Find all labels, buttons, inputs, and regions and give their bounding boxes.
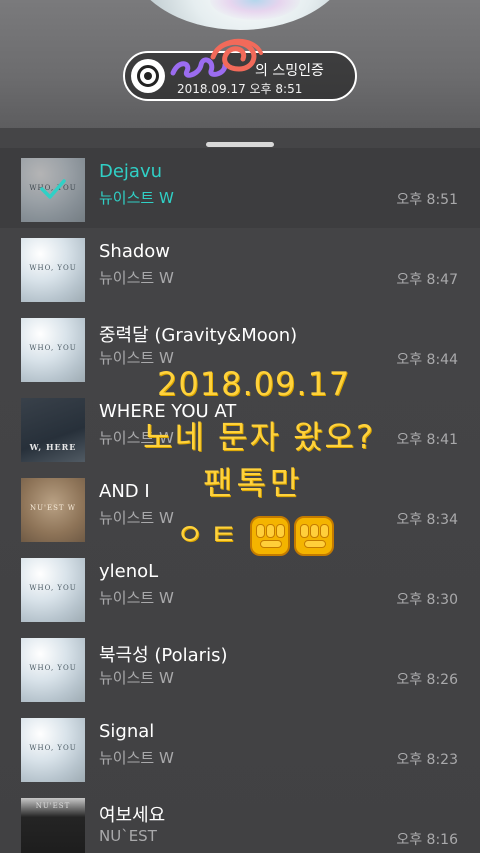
album-thumbnail: WHO, YOU: [21, 718, 85, 782]
sheet-drag-handle[interactable]: [206, 142, 274, 147]
song-artist: 뉴이스트 W: [99, 669, 174, 687]
song-artist: 뉴이스트 W: [99, 429, 174, 447]
song-row[interactable]: NU'EST 여보세요 NU`EST 오후 8:16: [0, 788, 480, 853]
album-thumbnail-text: WHO, YOU: [29, 744, 77, 752]
song-artist: 뉴이스트 W: [99, 349, 174, 367]
song-row[interactable]: NU'EST W AND I 뉴이스트 W 오후 8:34: [0, 468, 480, 548]
album-thumbnail-text: WHO, YOU: [29, 584, 77, 592]
song-artist: 뉴이스트 W: [99, 189, 174, 207]
song-row[interactable]: WHO, YOU Shadow 뉴이스트 W 오후 8:47: [0, 228, 480, 308]
song-row[interactable]: WHO, YOU Dejavu 뉴이스트 W 오후 8:51: [0, 148, 480, 228]
play-time: 오후 8:44: [396, 352, 458, 368]
album-thumbnail: NU'EST W: [21, 478, 85, 542]
play-time: 오후 8:51: [396, 192, 458, 208]
album-thumbnail: WHO, YOU: [21, 638, 85, 702]
song-title: Dejavu: [99, 161, 163, 182]
album-thumbnail: WHO, YOU: [21, 238, 85, 302]
song-row[interactable]: WHO, YOU ylenoL 뉴이스트 W 오후 8:30: [0, 548, 480, 628]
stream-proof-title: 의 스밍인증: [255, 63, 324, 79]
play-time: 오후 8:30: [396, 592, 458, 608]
album-thumbnail: NU'EST: [21, 798, 85, 853]
song-title: AND I: [99, 481, 150, 502]
scribble-redaction: [170, 38, 263, 78]
song-artist: NU`EST: [99, 827, 157, 845]
streaming-proof-badge: 의 스밍인증 2018.09.17 오후 8:51: [123, 38, 357, 101]
song-title: 중력달 (Gravity&Moon): [99, 325, 298, 346]
song-row[interactable]: WHO, YOU 중력달 (Gravity&Moon) 뉴이스트 W 오후 8:44: [0, 308, 480, 388]
album-thumbnail-text: WHO, YOU: [29, 264, 77, 272]
album-thumbnail: W, HERE: [21, 398, 85, 462]
song-row[interactable]: WHO, YOU Signal 뉴이스트 W 오후 8:23: [0, 708, 480, 788]
song-row[interactable]: W, HERE WHERE YOU AT 뉴이스트 W 오후 8:41: [0, 388, 480, 468]
album-thumbnail-text: NU'EST: [35, 802, 71, 810]
album-thumbnail-text: NU'EST W: [30, 504, 76, 512]
disc-icon: [131, 59, 165, 93]
song-row[interactable]: WHO, YOU 북극성 (Polaris) 뉴이스트 W 오후 8:26: [0, 628, 480, 708]
song-artist: 뉴이스트 W: [99, 589, 174, 607]
play-time: 오후 8:26: [396, 672, 458, 688]
song-title: WHERE YOU AT: [99, 401, 237, 422]
play-time: 오후 8:23: [396, 752, 458, 768]
album-thumbnail: WHO, YOU: [21, 318, 85, 382]
album-thumbnail: WHO, YOU: [21, 558, 85, 622]
song-title: Signal: [99, 721, 155, 742]
song-title: 북극성 (Polaris): [99, 645, 228, 666]
album-thumbnail-text: WHO, YOU: [29, 344, 77, 352]
song-title: 여보세요: [99, 805, 166, 826]
play-time: 오후 8:41: [396, 432, 458, 448]
song-artist: 뉴이스트 W: [99, 269, 174, 287]
song-title: ylenoL: [99, 561, 159, 582]
check-icon: [21, 158, 85, 222]
song-artist: 뉴이스트 W: [99, 509, 174, 527]
play-time: 오후 8:16: [396, 832, 458, 848]
song-title: Shadow: [99, 241, 171, 262]
album-thumbnail-text: WHO, YOU: [29, 664, 77, 672]
stream-proof-datetime: 2018.09.17 오후 8:51: [177, 82, 303, 96]
album-thumbnail-text: W, HERE: [29, 442, 77, 452]
play-time: 오후 8:34: [396, 512, 458, 528]
play-time: 오후 8:47: [396, 272, 458, 288]
album-thumbnail: WHO, YOU: [21, 158, 85, 222]
song-artist: 뉴이스트 W: [99, 749, 174, 767]
now-playing-header: 의 스밍인증 2018.09.17 오후 8:51: [0, 0, 480, 128]
